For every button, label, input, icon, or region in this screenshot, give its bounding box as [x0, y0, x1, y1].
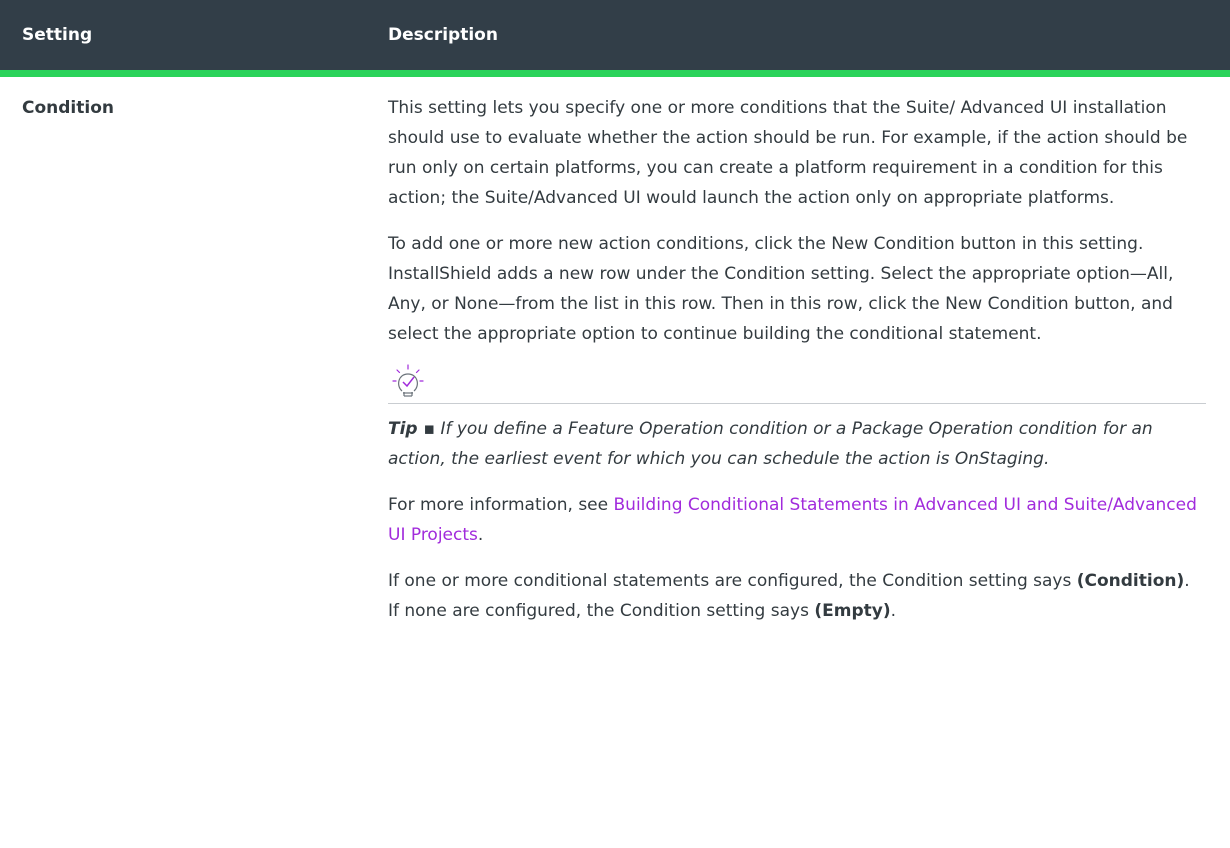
tip-icon	[388, 363, 1206, 403]
condition-value: (Condition)	[1076, 571, 1185, 591]
empty-value: (Empty)	[814, 601, 891, 621]
description-paragraph-2: To add one or more new action conditions…	[388, 234, 1174, 344]
table-row: Condition This setting lets you specify …	[0, 77, 1230, 642]
description-paragraph-1: This setting lets you specify one or mor…	[388, 98, 1188, 208]
more-info-suffix: .	[477, 525, 484, 545]
configured-part3: .	[890, 601, 897, 621]
settings-table: Setting Description Condition This setti…	[0, 0, 1230, 642]
configured-part1: If one or more conditional statements ar…	[388, 571, 1077, 591]
setting-description: This setting lets you specify one or mor…	[388, 93, 1206, 642]
more-info-prefix: For more information, see	[388, 495, 614, 515]
header-setting: Setting	[22, 25, 93, 45]
configured-paragraph: If one or more conditional statements ar…	[388, 566, 1206, 626]
setting-name: Condition	[22, 98, 114, 118]
header-description: Description	[388, 25, 498, 45]
tip-divider	[388, 403, 1206, 404]
table-header: Setting Description	[0, 0, 1230, 77]
tip-text: Tip ▪ If you define a Feature Operation …	[388, 414, 1206, 474]
more-info-paragraph: For more information, see Building Condi…	[388, 490, 1206, 550]
tip-body: If you define a Feature Operation condit…	[388, 419, 1153, 469]
tip-label: Tip ▪	[388, 419, 436, 439]
